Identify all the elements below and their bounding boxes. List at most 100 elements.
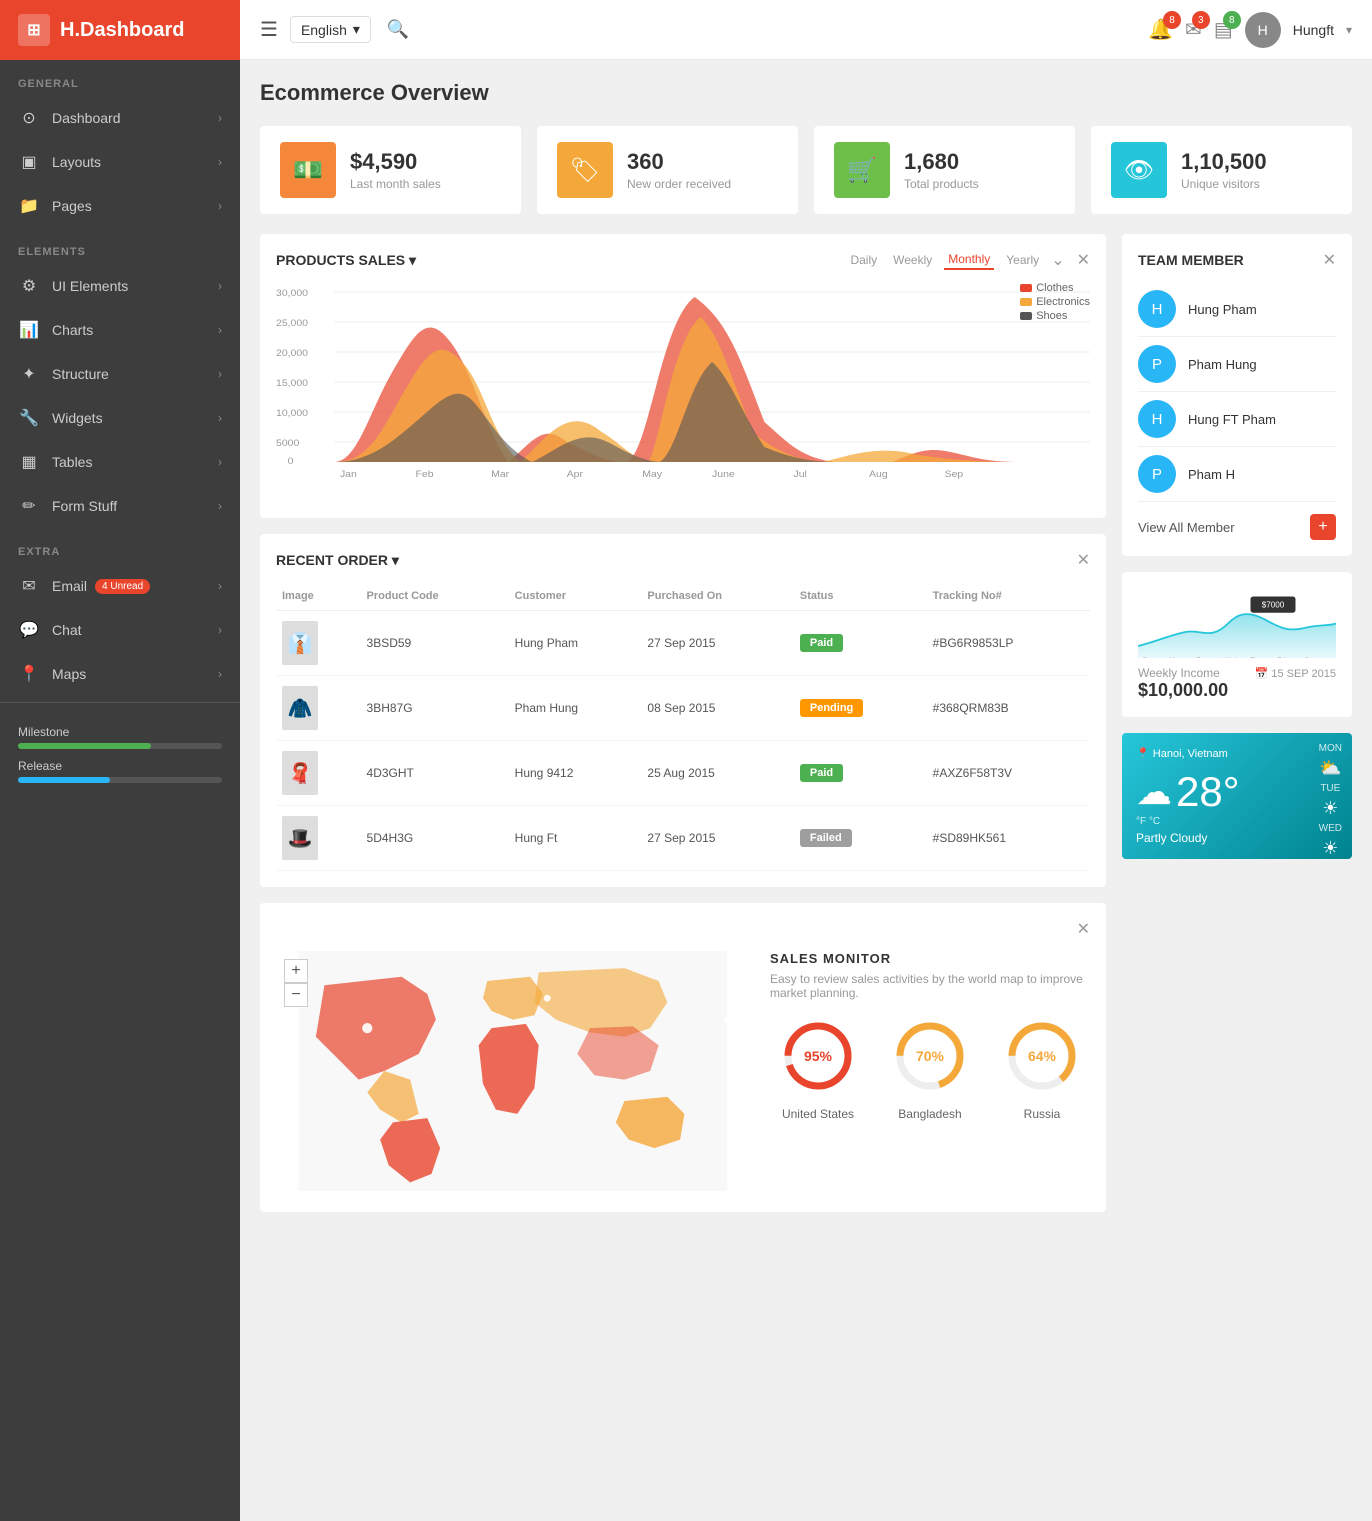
zoom-out-btn[interactable]: −	[284, 983, 308, 1007]
list-item: P Pham H	[1138, 447, 1336, 502]
status-badge: Paid	[800, 634, 843, 652]
release-label: Release	[18, 759, 222, 773]
chart-actions: Daily Weekly Monthly Yearly ⌄ ✕	[846, 250, 1090, 270]
dashboard-icon: ⊙	[18, 108, 40, 128]
sidebar: ⊞ H.Dashboard GENERAL ⊙ Dashboard › ▣ La…	[0, 0, 240, 1521]
svg-text:30,000: 30,000	[276, 289, 309, 299]
member-name: Pham Hung	[1188, 357, 1257, 372]
member-name: Hung Pham	[1188, 302, 1257, 317]
lang-chevron-icon: ▾	[353, 21, 360, 38]
section-general: GENERAL	[0, 60, 240, 96]
stat-card-visitors: 👁 1,10,500 Unique visitors	[1091, 126, 1352, 214]
chevron-icon: ›	[218, 111, 222, 125]
svg-text:5000: 5000	[276, 439, 300, 449]
sidebar-item-dashboard[interactable]: ⊙ Dashboard ›	[0, 96, 240, 140]
sidebar-item-tables[interactable]: ▦ Tables ›	[0, 440, 240, 484]
legend-dot-electronics	[1020, 298, 1032, 306]
table-row: 👔 3BSD59 Hung Pham 27 Sep 2015 Paid #BG6…	[276, 611, 1090, 676]
language-selector[interactable]: English ▾	[290, 16, 371, 43]
product-img-cell: 🧥	[276, 676, 361, 741]
menu-icon[interactable]: ☰	[260, 17, 278, 42]
sidebar-item-form-stuff[interactable]: ✏ Form Stuff ›	[0, 484, 240, 528]
legend-shoes: Shoes	[1020, 310, 1090, 322]
col-customer: Customer	[509, 582, 642, 611]
sidebar-logo[interactable]: ⊞ H.Dashboard	[0, 0, 240, 60]
svg-text:Apr: Apr	[567, 470, 584, 480]
sidebar-item-maps[interactable]: 📍 Maps ›	[0, 652, 240, 696]
sidebar-item-chat[interactable]: 💬 Chat ›	[0, 608, 240, 652]
tracking-cell: #368QRM83B	[927, 676, 1090, 741]
close-icon[interactable]: ✕	[1077, 919, 1090, 939]
sidebar-item-widgets[interactable]: 🔧 Widgets ›	[0, 396, 240, 440]
zoom-in-btn[interactable]: +	[284, 959, 308, 983]
view-all-label: View All Member	[1138, 520, 1235, 535]
sidebar-item-pages[interactable]: 📁 Pages ›	[0, 184, 240, 228]
donut-item: 64% Russia	[1002, 1016, 1082, 1121]
layouts-icon: ▣	[18, 152, 40, 172]
list-item: H Hung FT Pham	[1138, 392, 1336, 447]
product-image: 👔	[282, 621, 318, 665]
structure-icon: ✦	[18, 364, 40, 384]
sidebar-item-label: Pages	[52, 198, 92, 214]
tab-daily[interactable]: Daily	[846, 251, 881, 269]
sidebar-item-layouts[interactable]: ▣ Layouts ›	[0, 140, 240, 184]
form-icon: ✏	[18, 496, 40, 516]
page-title: Ecommerce Overview	[260, 80, 1352, 106]
weather-location: 📍 Hanoi, Vietnam	[1136, 747, 1338, 760]
avatar[interactable]: H	[1245, 12, 1281, 48]
main-content: Ecommerce Overview 💵 $4,590 Last month s…	[240, 60, 1372, 1521]
customer-cell: Hung Ft	[509, 806, 642, 871]
date-cell: 27 Sep 2015	[641, 611, 793, 676]
legend-clothes: Clothes	[1020, 282, 1090, 294]
date-cell: 25 Aug 2015	[641, 741, 793, 806]
tab-yearly[interactable]: Yearly	[1002, 251, 1043, 269]
chevron-icon: ›	[218, 579, 222, 593]
release-track	[18, 777, 222, 783]
maps-icon: 📍	[18, 664, 40, 684]
milestone-track	[18, 743, 222, 749]
search-icon[interactable]: 🔍	[387, 19, 409, 40]
svg-text:Jul: Jul	[793, 470, 806, 480]
sidebar-item-charts[interactable]: 📊 Charts ›	[0, 308, 240, 352]
close-icon[interactable]: ✕	[1077, 250, 1090, 270]
svg-text:10,000: 10,000	[276, 409, 309, 419]
sidebar-item-email[interactable]: ✉ Email 4 Unread ›	[0, 564, 240, 608]
stat-info-visitors: 1,10,500 Unique visitors	[1181, 149, 1267, 191]
close-icon[interactable]: ✕	[1077, 550, 1090, 570]
member-avatar: H	[1138, 290, 1176, 328]
product-code-cell: 3BH87G	[361, 676, 509, 741]
messages-btn[interactable]: ✉ 3	[1185, 17, 1202, 42]
sidebar-item-ui-elements[interactable]: ⚙ UI Elements ›	[0, 264, 240, 308]
date-cell: 08 Sep 2015	[641, 676, 793, 741]
income-info: Weekly Income 📅 15 SEP 2015 $10,000.00	[1138, 666, 1336, 701]
donut-label: Bangladesh	[890, 1107, 970, 1121]
stat-card-orders: 🏷 360 New order received	[537, 126, 798, 214]
stat-info-sales: $4,590 Last month sales	[350, 149, 441, 191]
username[interactable]: Hungft	[1293, 22, 1334, 38]
language-label: English	[301, 22, 347, 38]
alerts-badge: 8	[1223, 11, 1241, 29]
minimize-icon[interactable]: ⌄	[1051, 250, 1064, 270]
col-code: Product Code	[361, 582, 509, 611]
view-all-btn[interactable]: View All Member +	[1138, 514, 1336, 540]
stat-info-orders: 360 New order received	[627, 149, 731, 191]
tab-monthly[interactable]: Monthly	[944, 250, 994, 270]
alerts-btn[interactable]: ▤ 8	[1214, 17, 1233, 42]
tables-icon: ▦	[18, 452, 40, 472]
close-icon[interactable]: ✕	[1323, 250, 1336, 270]
main-wrap: ☰ English ▾ 🔍 🔔 8 ✉ 3 ▤ 8 H Hungft ▾ Eco…	[240, 0, 1372, 1521]
stats-row: 💵 $4,590 Last month sales 🏷 360 New orde…	[260, 126, 1352, 214]
user-chevron-icon[interactable]: ▾	[1346, 23, 1352, 37]
add-member-btn[interactable]: +	[1310, 514, 1336, 540]
product-code-cell: 4D3GHT	[361, 741, 509, 806]
app-name: H.Dashboard	[60, 19, 184, 42]
donut-svg: 70%	[890, 1016, 970, 1096]
chart-area: Clothes Electronics Shoes	[276, 282, 1090, 502]
chevron-icon: ›	[218, 499, 222, 513]
release-fill	[18, 777, 110, 783]
tab-weekly[interactable]: Weekly	[889, 251, 936, 269]
weather-forecast: MON ⛅ TUE ☀ WED ☀	[1319, 743, 1342, 861]
sidebar-item-structure[interactable]: ✦ Structure ›	[0, 352, 240, 396]
stat-icon-orders: 🏷	[557, 142, 613, 198]
notifications-btn[interactable]: 🔔 8	[1148, 17, 1173, 42]
